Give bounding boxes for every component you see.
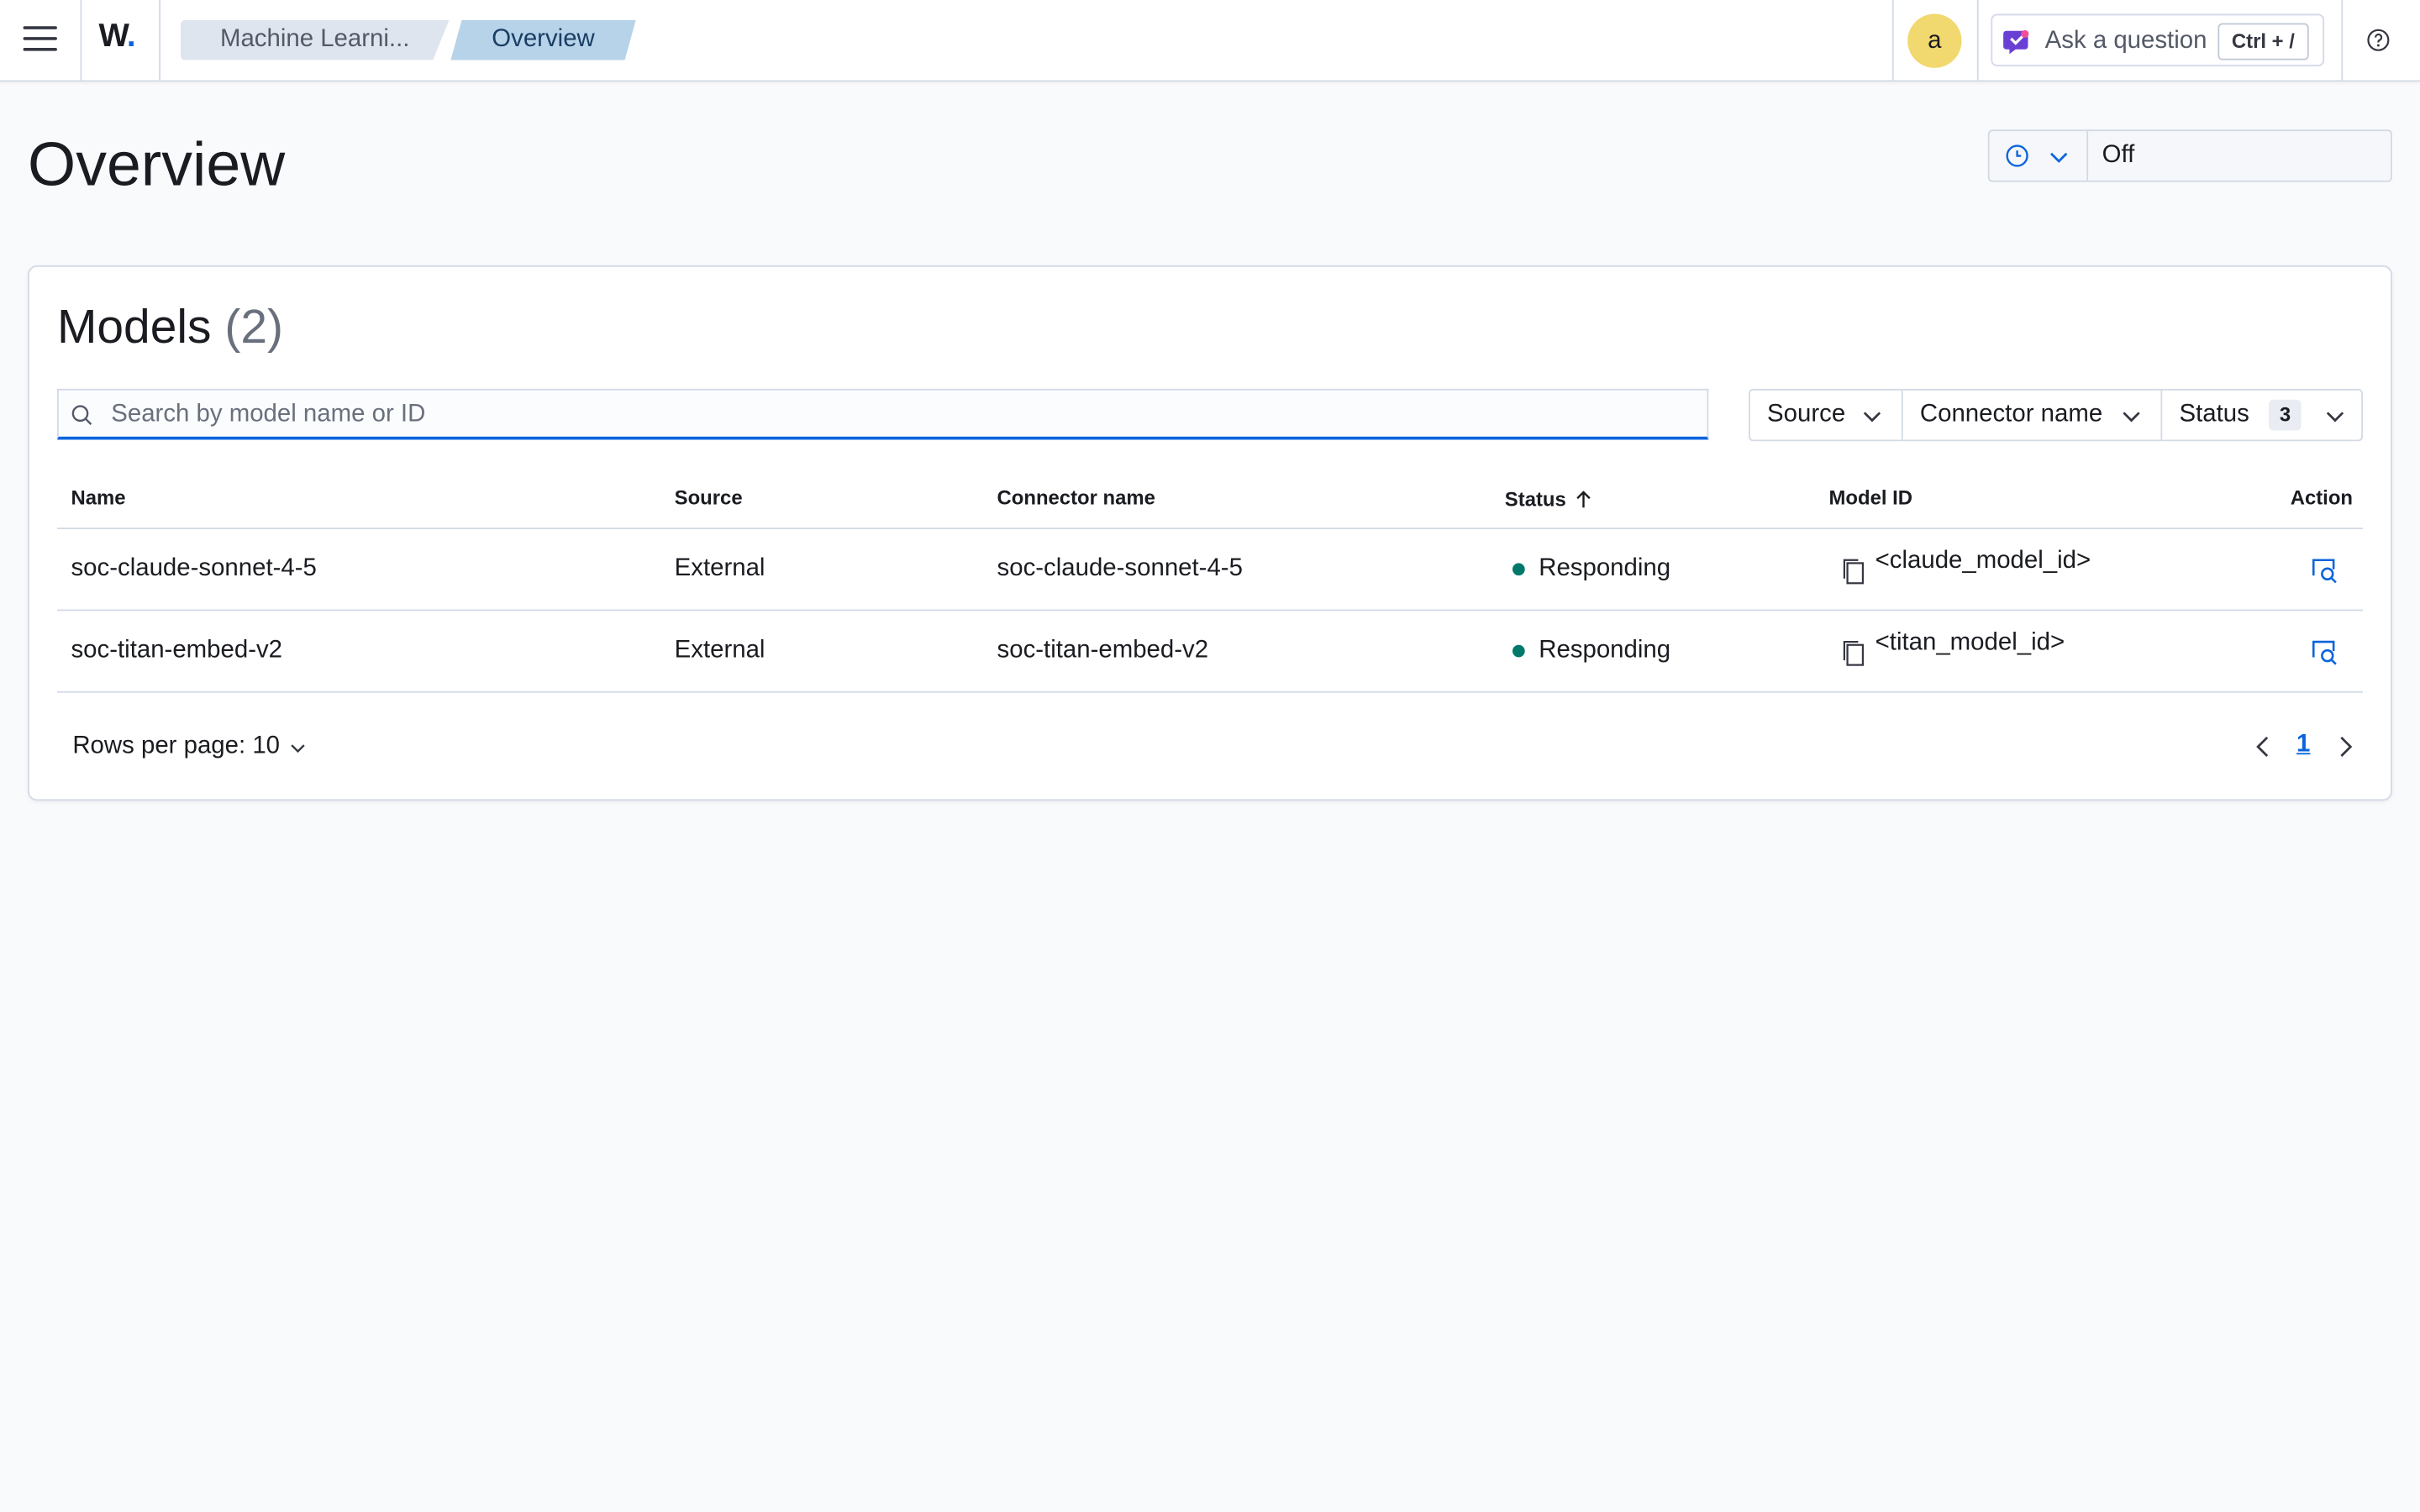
header-divider [80,0,82,81]
filter-status[interactable]: Status 3 [2162,391,2363,440]
copy-icon[interactable] [1841,557,1865,585]
logo-dot: . [126,18,136,55]
status-dot [1512,563,1525,576]
cell-name: soc-claude-sonnet-4-5 [71,555,317,582]
sort-ascending-icon [1576,491,1591,508]
header-divider [2341,0,2344,81]
cell-source: External [674,555,765,582]
chevron-left-icon[interactable] [2252,734,2274,759]
models-panel: Models (2) Source Connector name Status … [28,265,2392,801]
chevron-down-icon [1863,412,1881,423]
cell-status: Responding [1539,555,1671,582]
column-header-status[interactable]: Status [1505,486,1591,511]
ask-question-button[interactable]: Ask a question Ctrl + / [1991,13,2325,66]
table-row-divider [56,690,2364,693]
keyboard-shortcut: Ctrl + / [2217,23,2309,60]
cell-model-id: <claude_model_id> [1875,548,2091,575]
cell-connector: soc-claude-sonnet-4-5 [997,555,1243,582]
page-title: Overview [28,131,286,199]
column-header-model-id[interactable]: Model ID [1829,486,1912,510]
column-header-connector[interactable]: Connector name [997,486,1155,510]
logo-letter: W [98,18,128,55]
app-root: W. Machine Learni... Overview a Ask a qu… [0,0,2420,1512]
refresh-status: Off [2102,141,2135,169]
models-count: (2) [224,299,283,354]
header-divider [159,0,161,81]
app-logo[interactable]: W. [98,18,136,55]
chevron-right-icon[interactable] [2335,734,2357,759]
column-header-action: Action [2290,486,2354,510]
help-icon[interactable] [2366,28,2391,52]
status-dot [1512,644,1525,658]
assistant-icon [2003,29,2029,55]
header-divider [1891,0,1894,81]
search-box [56,388,1709,440]
chevron-down-icon [291,744,305,753]
filter-status-label: Status [2179,401,2249,428]
cell-model-id: <titan_model_id> [1875,629,2065,656]
filter-group: Source Connector name Status 3 [1749,388,2364,442]
rows-per-page-button[interactable]: Rows per page: 10 [72,732,280,760]
filter-status-count-badge: 3 [2268,399,2302,431]
column-header-status-label: Status [1504,487,1566,511]
table-row-divider [56,609,2364,612]
models-title: Models (2) [57,299,283,354]
chevron-down-icon [2123,412,2140,423]
search-input[interactable] [111,395,1686,435]
search-icon [71,405,92,425]
clock-icon [2006,144,2028,167]
breadcrumb-machine-learning[interactable]: Machine Learni... [180,19,450,60]
cell-status: Responding [1539,637,1671,664]
pagination-page-1[interactable]: 1 [2296,732,2310,759]
chevron-down-icon [2050,152,2068,163]
cell-name: soc-titan-embed-v2 [71,637,283,664]
filter-source[interactable]: Source [1750,391,1902,440]
inspect-icon[interactable] [2309,554,2340,585]
cell-connector: soc-titan-embed-v2 [997,637,1209,664]
header-divider [1976,0,1979,81]
menu-icon[interactable] [23,26,57,54]
column-header-name[interactable]: Name [71,486,125,510]
user-avatar[interactable]: a [1907,13,1962,68]
cell-source: External [674,637,765,664]
copy-icon[interactable] [1841,638,1865,666]
chevron-down-icon [2326,412,2344,423]
ask-question-label: Ask a question [2044,28,2207,55]
refresh-interval-button[interactable] [1990,131,2089,181]
models-title-text: Models [56,299,212,354]
inspect-icon[interactable] [2309,636,2340,667]
top-header: W. Machine Learni... Overview a Ask a qu… [0,0,2420,82]
filter-connector-label: Connector name [1919,401,2103,428]
breadcrumb-overview: Overview [450,19,636,60]
filter-source-label: Source [1767,401,1846,428]
auto-refresh-control: Off [1987,129,2392,182]
table-header-divider [56,528,2364,529]
filter-connector-name[interactable]: Connector name [1903,391,2161,440]
column-header-source[interactable]: Source [675,486,743,510]
